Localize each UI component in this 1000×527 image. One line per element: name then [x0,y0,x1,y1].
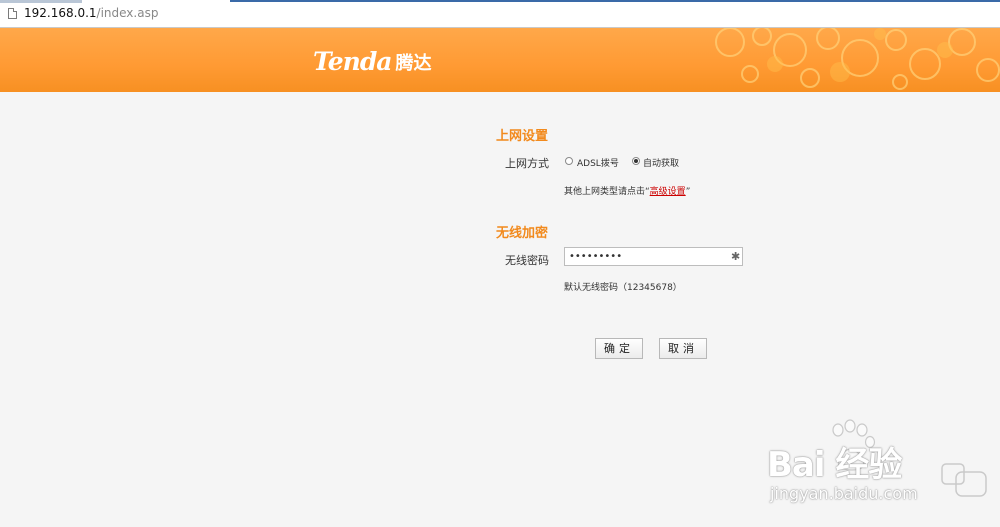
tab-strip-left [0,0,82,3]
watermark-url: jingyan.baidu.com [770,484,918,503]
hint-suffix: ” [685,187,691,197]
brand-name-cn: 腾达 [395,52,432,74]
wireless-password-input[interactable]: ••••••••• [564,247,743,266]
auto-obtain-radio[interactable] [632,157,640,165]
wireless-password-label: 无线密码 [505,254,549,267]
adsl-option-label[interactable]: ADSL拨号 [577,156,619,169]
wireless-encryption-title: 无线加密 [496,226,549,241]
brand-name: Tenda [313,47,392,76]
url-field[interactable]: 192.168.0.1/index.asp [24,6,158,20]
bubbles-decoration [715,28,1000,90]
header-banner [0,28,1000,92]
browser-address-bar: 192.168.0.1/index.asp [0,0,1000,28]
cancel-button[interactable]: 取消 [659,338,707,359]
advanced-settings-link[interactable]: 高级设置 [650,187,686,197]
url-host: 192.168.0.1 [24,6,97,20]
hint-prefix: 其他上网类型请点击“ [564,187,650,197]
page-icon [8,8,17,19]
show-password-icon[interactable]: ✱ [731,251,740,262]
tenda-logo: Tenda 腾达 [313,47,432,77]
adsl-radio[interactable] [565,157,573,165]
watermark-text: Bai 经验 [767,445,902,485]
tab-strip-right [230,0,1000,2]
url-path: /index.asp [96,6,159,20]
auto-obtain-option-label[interactable]: 自动获取 [643,156,679,169]
connection-mode-label: 上网方式 [505,157,549,170]
default-password-hint: 默认无线密码（12345678） [564,283,682,293]
ok-button[interactable]: 确定 [595,338,643,359]
internet-settings-title: 上网设置 [496,129,549,144]
advanced-settings-hint: 其他上网类型请点击“高级设置” [564,184,690,197]
